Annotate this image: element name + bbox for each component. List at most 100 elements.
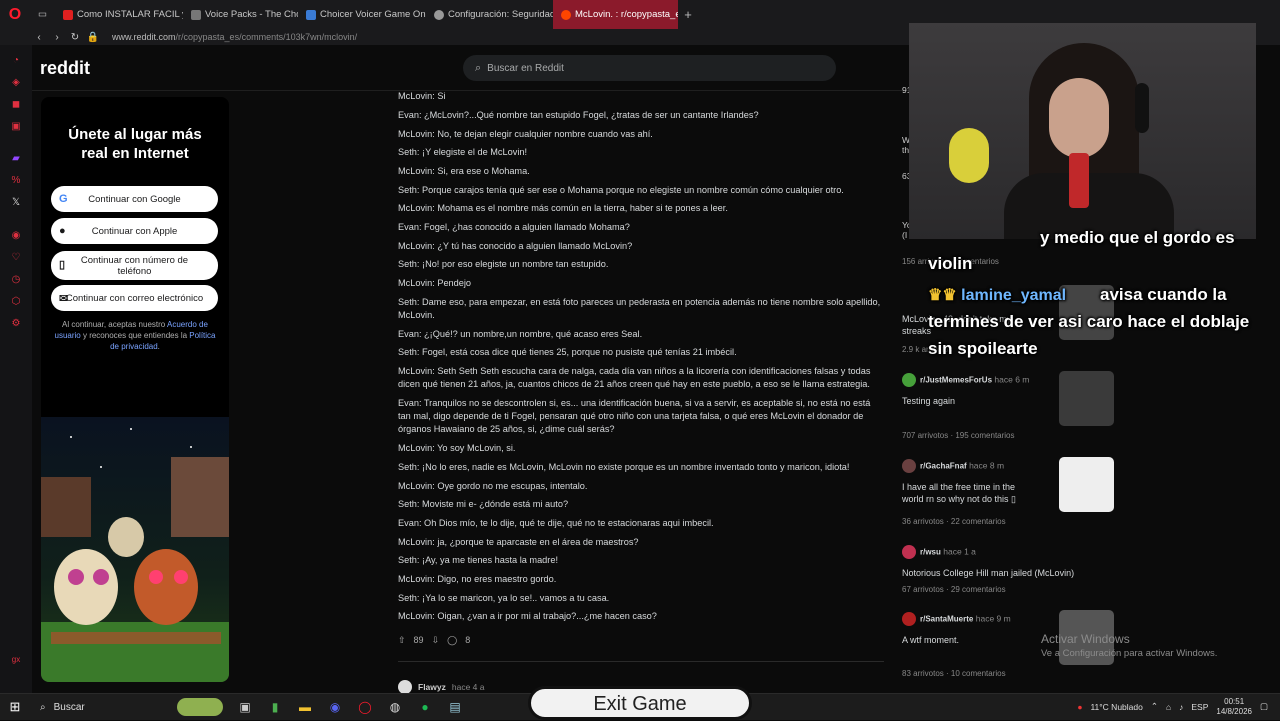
forward-icon[interactable]: › bbox=[48, 32, 66, 43]
post-meta: 36 arrivotos · 22 comentarios bbox=[902, 517, 1006, 526]
tab-1[interactable]: Voice Packs - The Choicer bbox=[183, 0, 298, 29]
widget-icon[interactable] bbox=[170, 694, 230, 721]
vote-count: 89 bbox=[413, 635, 424, 645]
divider bbox=[398, 661, 884, 662]
taskbar-search[interactable]: ⌕ Buscar bbox=[30, 694, 170, 721]
subreddit-name[interactable]: r/JustMemesForUs bbox=[920, 375, 992, 384]
post-time: hace 8 m bbox=[969, 460, 1005, 471]
downvote-icon[interactable]: ⇩ bbox=[432, 635, 440, 646]
workspace-icon[interactable]: ▭ bbox=[30, 0, 55, 29]
tab-3[interactable]: Configuración: Seguridad bbox=[426, 0, 553, 29]
instagram-icon[interactable]: ▣ bbox=[9, 121, 23, 135]
notification-icon[interactable]: ▢ bbox=[1260, 701, 1268, 712]
reddit-header: reddit ⌕ Buscar en Reddit bbox=[32, 45, 910, 91]
settings-icon[interactable]: ⚙ bbox=[9, 318, 23, 332]
network-icon[interactable]: ⌂ bbox=[1166, 702, 1171, 712]
subreddit-name[interactable]: r/wsu bbox=[920, 547, 941, 556]
post-line: Seth: ¡Ay, ya me tienes hasta la madre! bbox=[398, 555, 559, 565]
post-line: Evan: Oh Dios mío, te lo dije, qué te di… bbox=[398, 518, 714, 528]
button-label: Continuar con número de teléfono bbox=[80, 254, 189, 277]
streamer-face bbox=[1049, 78, 1109, 158]
duck-plush bbox=[949, 128, 989, 183]
notepad-icon[interactable]: ▤ bbox=[440, 694, 470, 721]
reload-icon[interactable]: ↻ bbox=[66, 32, 84, 43]
url-field[interactable]: www.reddit.com/r/copypasta_es/comments/1… bbox=[112, 32, 357, 42]
twitch-icon[interactable]: ▰ bbox=[9, 153, 23, 167]
tab-4-active[interactable]: McLovin. : r/copypasta_es bbox=[553, 0, 678, 29]
player-icon[interactable]: ◉ bbox=[9, 230, 23, 244]
legal-end: . bbox=[157, 342, 160, 351]
aria-icon[interactable]: ◈ bbox=[9, 77, 23, 91]
messenger-icon[interactable]: ◼ bbox=[9, 99, 23, 113]
spotify-icon[interactable]: ● bbox=[410, 694, 440, 721]
upvote-icon[interactable]: ⇧ bbox=[398, 635, 406, 646]
comment-icon[interactable]: ◯ bbox=[447, 635, 457, 646]
exit-game-button[interactable]: Exit Game bbox=[528, 686, 752, 720]
overlay-line: termines de ver asi caro hace el doblaje bbox=[928, 312, 1250, 331]
post-actions: ⇧ 89 ⇩ ◯ 8 bbox=[398, 635, 470, 646]
subreddit-name[interactable]: r/GachaFnaf bbox=[920, 461, 967, 470]
post-line: McLovin: Yo soy McLovin, si. bbox=[398, 443, 516, 453]
back-icon[interactable]: ‹ bbox=[30, 32, 48, 43]
arrivals: 83 arrivotos bbox=[902, 669, 944, 678]
windows-start-icon[interactable]: ⊞ bbox=[0, 699, 30, 715]
history-icon[interactable]: ◷ bbox=[9, 274, 23, 288]
volume-icon[interactable]: ♪ bbox=[1179, 702, 1183, 712]
search-input[interactable]: ⌕ Buscar en Reddit bbox=[463, 55, 836, 81]
post-line: Evan: ¿McLovin?...Qué nombre tan estupid… bbox=[398, 110, 759, 120]
opera-icon[interactable]: ◯ bbox=[350, 694, 380, 721]
reddit-logo[interactable]: reddit bbox=[40, 58, 90, 79]
chevron-up-icon[interactable]: ⌃ bbox=[1151, 701, 1158, 712]
taskbar-search-label: Buscar bbox=[53, 701, 85, 713]
discord-icon[interactable]: ◉ bbox=[320, 694, 350, 721]
sidebar-post-2[interactable]: r/JustMemesForUs hace 6 m Testing again … bbox=[902, 371, 1114, 440]
obs-icon[interactable]: ◍ bbox=[380, 694, 410, 721]
gear-icon bbox=[434, 9, 444, 20]
next-comment[interactable]: Flawyz hace 4 a bbox=[398, 680, 485, 694]
post-line: Seth: ¡No! por eso elegiste un nombre ta… bbox=[398, 259, 609, 269]
sidebar-post-3[interactable]: r/GachaFnaf hace 8 m I have all the free… bbox=[902, 457, 1114, 526]
email-signin-button[interactable]: ✉ Continuar con correo electrónico bbox=[51, 285, 218, 311]
subreddit-avatar bbox=[902, 373, 916, 387]
new-tab-button[interactable]: + bbox=[678, 7, 698, 22]
bookmarks-icon[interactable]: ♡ bbox=[9, 252, 23, 266]
x-icon[interactable]: 𝕏 bbox=[9, 197, 23, 211]
file-explorer-icon[interactable]: ▬ bbox=[290, 694, 320, 721]
overlay-line: violin bbox=[928, 254, 973, 273]
system-tray: ● 11°C Nublado ⌃ ⌂ ♪ ESP 00:51 14/8/2026 … bbox=[1077, 693, 1280, 720]
opera-logo-icon[interactable]: O bbox=[0, 0, 30, 29]
post-line: Evan: Fogel, ¿has conocido a alguien lla… bbox=[398, 222, 630, 232]
post-meta: 83 arrivotos · 10 comentarios bbox=[902, 669, 1006, 678]
language-indicator[interactable]: ESP bbox=[1191, 702, 1208, 712]
subreddit-name[interactable]: r/SantaMuerte bbox=[920, 614, 973, 623]
phone-signin-button[interactable]: ▯ Continuar con número de teléfono bbox=[51, 251, 218, 280]
comment-time: hace 4 a bbox=[451, 682, 485, 692]
post-line: Evan: ¿¡Qué!? un nombre,un nombre, qué a… bbox=[398, 329, 643, 339]
tiktok-icon[interactable]: % bbox=[9, 175, 23, 189]
snoo-art-svg bbox=[41, 428, 229, 682]
post-line: McLovin: Oigan, ¿van a ir por mi al trab… bbox=[398, 611, 657, 621]
post-title: A wtf moment. bbox=[902, 635, 960, 645]
post-line: Evan: Tranquilos no se descontrolen si, … bbox=[398, 398, 871, 434]
google-signin-button[interactable]: G Continuar con Google bbox=[51, 186, 218, 212]
comment-user[interactable]: Flawyz bbox=[418, 682, 446, 692]
post-time: hace 1 a bbox=[943, 546, 976, 557]
speed-dial-icon[interactable]: ◔ bbox=[9, 55, 23, 69]
post-line: McLovin: Pendejo bbox=[398, 278, 472, 288]
weather-text[interactable]: 11°C Nublado bbox=[1090, 702, 1142, 712]
extensions-icon[interactable]: ⬡ bbox=[9, 296, 23, 310]
task-view-icon[interactable]: ▣ bbox=[230, 694, 260, 721]
tab-0[interactable]: Como INSTALAR FACIL y R bbox=[55, 0, 183, 29]
legal-mid: y reconoces que entiendes la bbox=[80, 331, 190, 340]
apple-signin-button[interactable]: ● Continuar con Apple bbox=[51, 218, 218, 244]
app-icon[interactable]: ▮ bbox=[260, 694, 290, 721]
avatar bbox=[398, 680, 412, 694]
tab-2[interactable]: Choicer Voicer Game Onli bbox=[298, 0, 426, 29]
signup-panel: Únete al lugar más real en Internet G Con… bbox=[41, 97, 229, 682]
post-title: I have all the free time in the world rn… bbox=[902, 482, 1017, 504]
gx-icon[interactable]: gx bbox=[9, 655, 23, 669]
google-icon: G bbox=[59, 193, 68, 205]
overlay-line: avisa cuando la bbox=[1100, 285, 1227, 304]
sidebar-post-4[interactable]: r/wsu hace 1 a Notorious College Hill ma… bbox=[902, 545, 1112, 594]
clock[interactable]: 00:51 14/8/2026 bbox=[1216, 697, 1252, 717]
